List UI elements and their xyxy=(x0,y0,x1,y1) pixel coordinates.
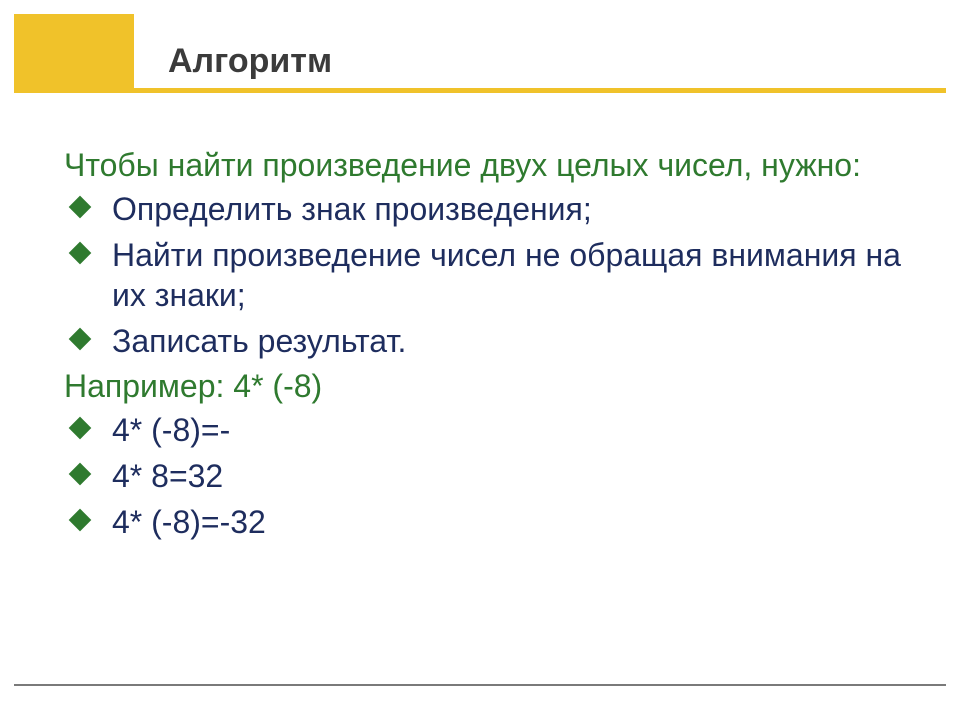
list-item: Записать результат. xyxy=(64,321,924,361)
step-text: Найти произведение чисел не обращая вним… xyxy=(112,237,901,313)
list-item: Определить знак произведения; xyxy=(64,189,924,229)
example-line: 4* 8=32 xyxy=(112,458,223,494)
intro-text: Чтобы найти произведение двух целых чисе… xyxy=(64,146,924,185)
example-line: 4* (-8)=-32 xyxy=(112,504,266,540)
slide: Алгоритм Чтобы найти произведение двух ц… xyxy=(0,0,960,720)
step-text: Определить знак произведения; xyxy=(112,191,592,227)
list-item: 4* (-8)=-32 xyxy=(64,502,924,542)
step-text: Записать результат. xyxy=(112,323,406,359)
list-item: 4* 8=32 xyxy=(64,456,924,496)
slide-title: Алгоритм xyxy=(168,42,332,81)
steps-list: Определить знак произведения; Найти прои… xyxy=(64,189,924,361)
example-line: 4* (-8)=- xyxy=(112,412,230,448)
example-label: Например: 4* (-8) xyxy=(64,367,924,406)
list-item: Найти произведение чисел не обращая вним… xyxy=(64,235,924,315)
list-item: 4* (-8)=- xyxy=(64,410,924,450)
header: Алгоритм xyxy=(0,14,960,88)
example-list: 4* (-8)=- 4* 8=32 4* (-8)=-32 xyxy=(64,410,924,542)
footer-rule xyxy=(14,684,946,686)
title-underline xyxy=(14,88,946,93)
body: Чтобы найти произведение двух целых чисе… xyxy=(64,146,924,548)
